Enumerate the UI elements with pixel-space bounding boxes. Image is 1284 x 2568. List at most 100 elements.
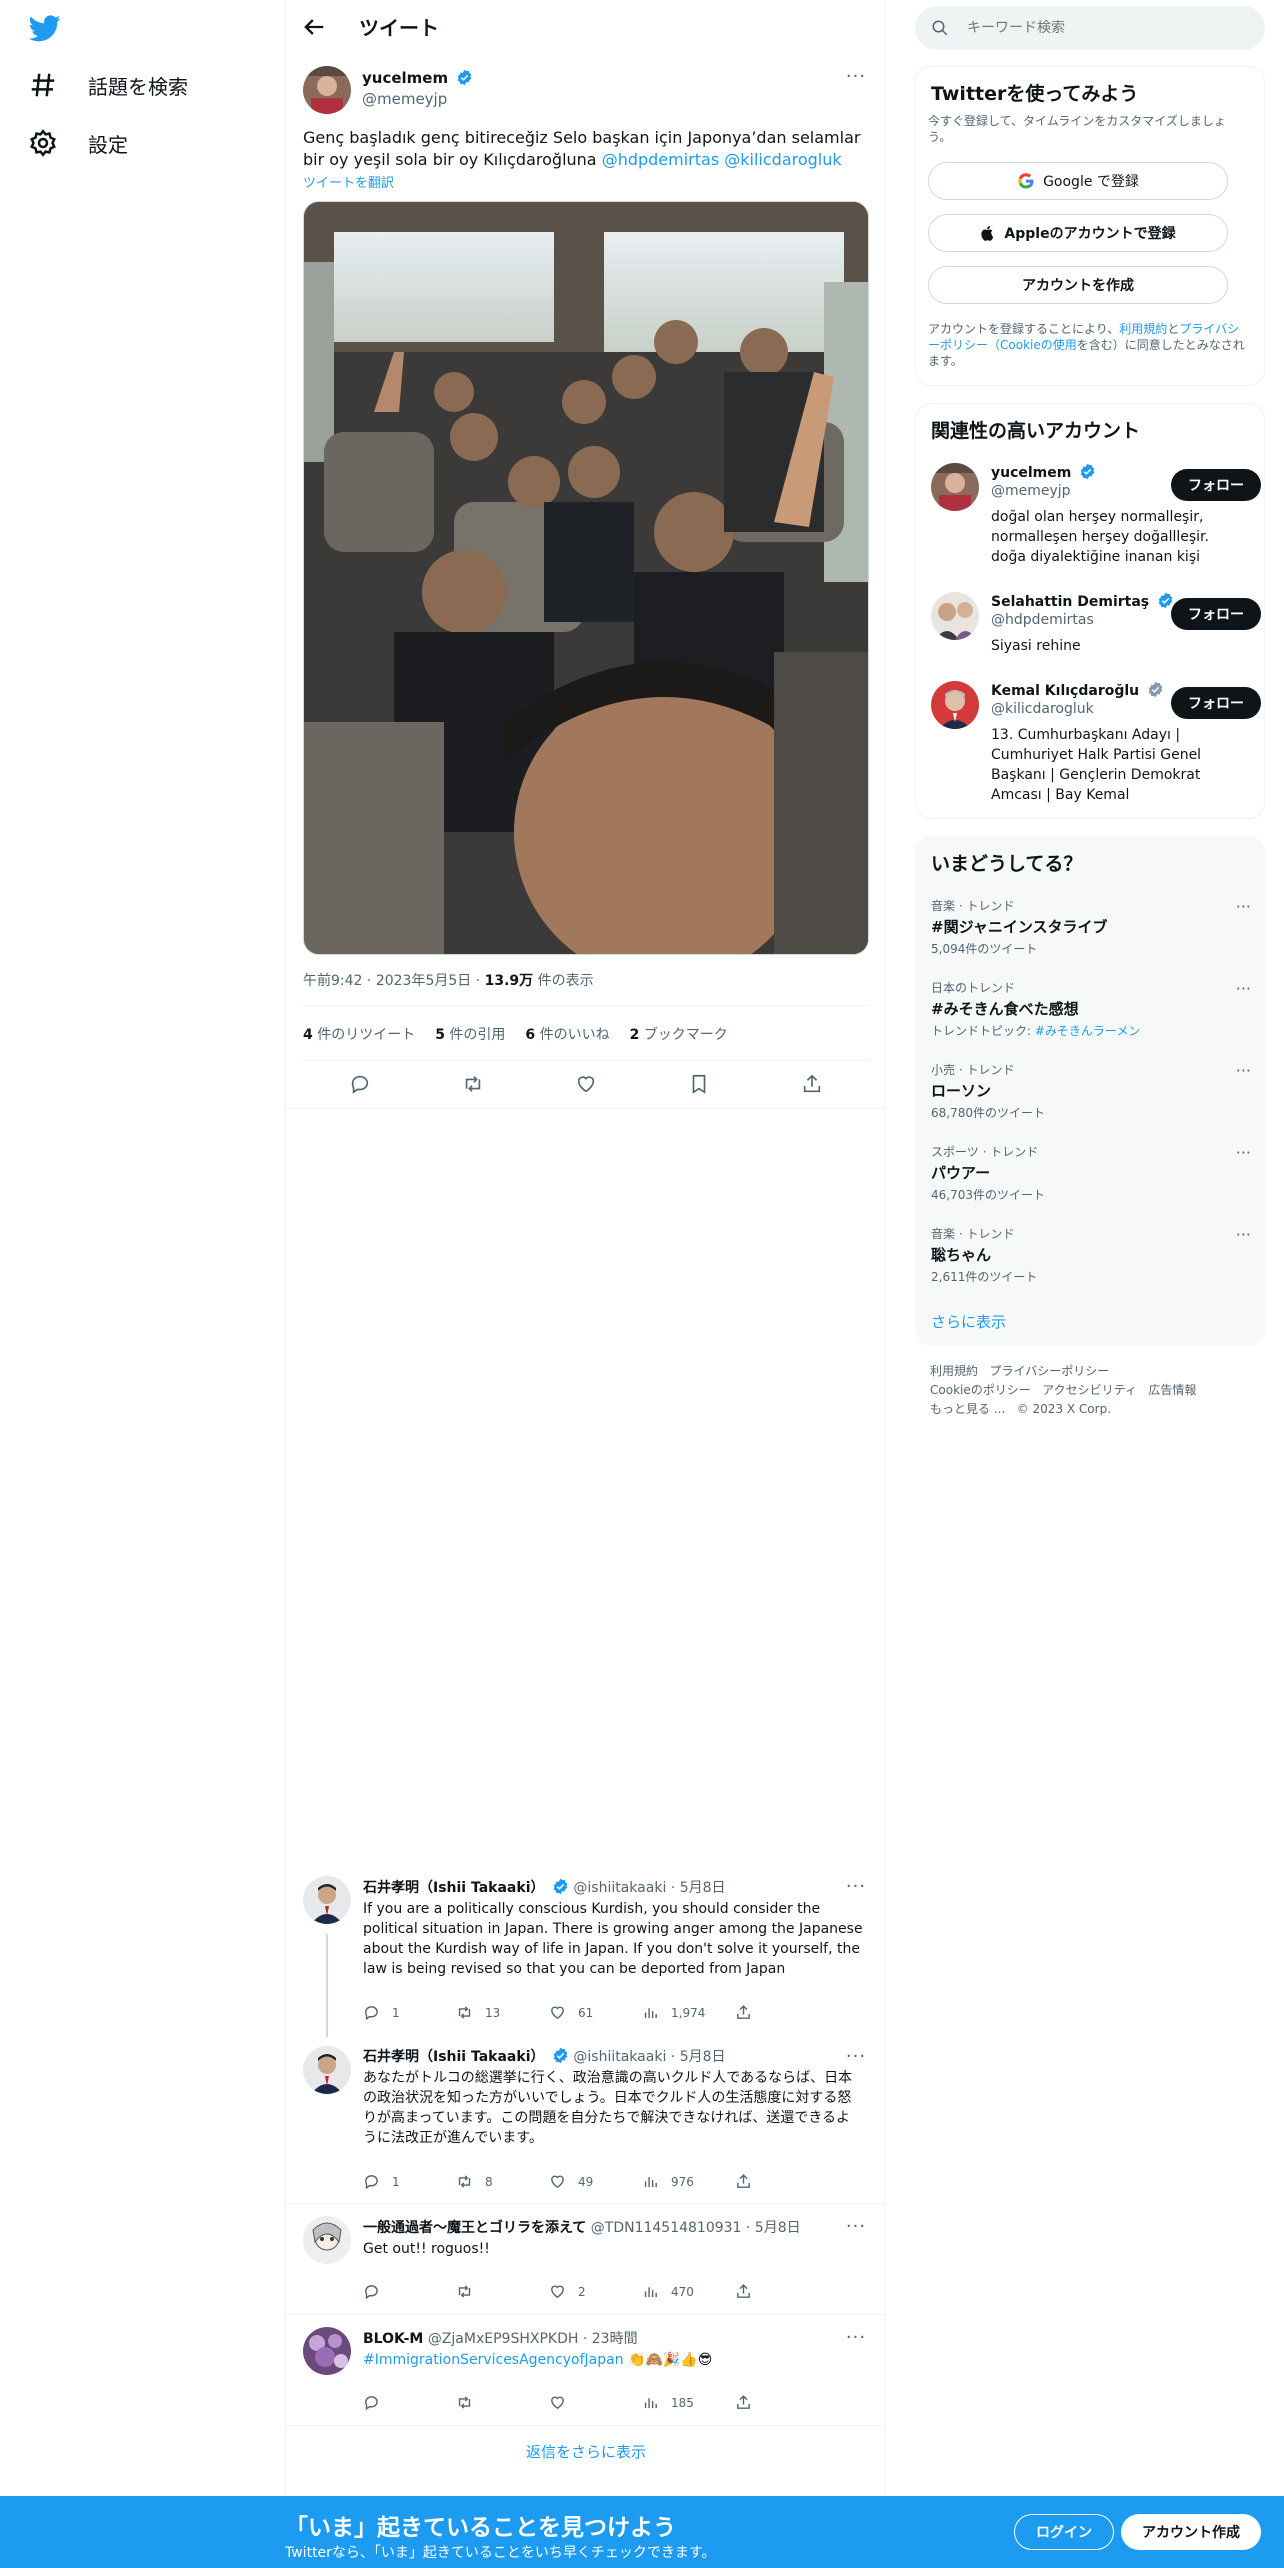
reply-author-handle[interactable]: @ZjaMxEP9SHXPKDH <box>428 2331 579 2347</box>
footer-more[interactable]: もっと見る ... <box>930 1402 1005 1416</box>
reply-avatar[interactable] <box>303 2046 351 2094</box>
reply-avatar[interactable] <box>303 2216 351 2264</box>
account-item[interactable]: yucelmem @memeyjp doğal olan herşey norm… <box>931 463 1261 573</box>
account-item[interactable]: Kemal Kılıçdaroğlu @kilicdarogluk 13. Cu… <box>931 681 1261 811</box>
trend-more-icon[interactable]: ··· <box>1236 1061 1251 1080</box>
mention-kilicdarogluk[interactable]: @kilicdarogluk <box>724 150 841 169</box>
reply-more-icon[interactable]: ··· <box>842 2327 870 2348</box>
share-icon[interactable] <box>801 1073 823 1095</box>
reply-action-reply[interactable]: 1 <box>363 2173 456 2190</box>
tweet-author-name[interactable]: yucelmem <box>362 69 448 87</box>
reply-avatar[interactable] <box>303 2327 351 2375</box>
trend-item[interactable]: スポーツ · トレンド パウアー 46,703件のツイート ··· <box>931 1143 1251 1203</box>
trend-more-icon[interactable]: ··· <box>1236 1143 1251 1162</box>
stat-retweets[interactable]: 4 件のリツイート <box>303 1024 415 1044</box>
trend-item[interactable]: 音楽 · トレンド #関ジャニインスタライブ 5,094件のツイート ··· <box>931 897 1251 957</box>
back-arrow-icon[interactable] <box>300 13 328 41</box>
account-avatar[interactable] <box>931 592 979 640</box>
account-name[interactable]: Kemal Kılıçdaroğlu <box>991 681 1164 699</box>
reply-action-views[interactable]: 470 <box>642 2283 735 2300</box>
hashtag-link[interactable]: #ImmigrationServicesAgencyofJapan <box>363 2352 624 2368</box>
reply-action-retweet[interactable] <box>456 2283 549 2300</box>
footer-terms[interactable]: 利用規約 <box>930 1364 978 1378</box>
trend-item[interactable]: 日本のトレンド #みそきん食べた感想 トレンドトピック: #みそきんラーメン ·… <box>931 979 1251 1039</box>
footer-accessibility[interactable]: アクセシビリティ <box>1042 1383 1137 1397</box>
account-name[interactable]: yucelmem <box>991 463 1096 481</box>
reply-action-share[interactable] <box>735 2004 828 2021</box>
show-more-replies[interactable]: 返信をさらに表示 <box>286 2441 886 2462</box>
twitter-logo-icon[interactable] <box>27 12 63 44</box>
account-avatar[interactable] <box>931 463 979 511</box>
reply-author-name[interactable]: 石井孝明（Ishii Takaaki） <box>363 1880 545 1896</box>
trend-item[interactable]: 音楽 · トレンド 聡ちゃん 2,611件のツイート ··· <box>931 1225 1251 1285</box>
google-signup-button[interactable]: Google で登録 <box>928 162 1228 200</box>
reply-action-reply[interactable]: 1 <box>363 2004 456 2021</box>
reply-action-reply[interactable] <box>363 2394 456 2411</box>
reply-action-retweet[interactable] <box>456 2394 549 2411</box>
tweet-author-handle[interactable]: @memeyjp <box>362 90 447 108</box>
mention-hdpdemirtas[interactable]: @hdpdemirtas <box>602 150 719 169</box>
follow-button[interactable]: フォロー <box>1171 687 1261 719</box>
terms-link[interactable]: 利用規約 <box>1119 322 1167 336</box>
reply-action-views[interactable]: 185 <box>642 2394 735 2411</box>
search-input[interactable] <box>967 20 1237 36</box>
trend-topic-link[interactable]: #みそきんラーメン <box>1035 1024 1141 1038</box>
bookmark-icon[interactable] <box>688 1073 710 1095</box>
account-name[interactable]: Selahattin Demirtaş <box>991 592 1174 610</box>
reply-icon[interactable] <box>349 1073 371 1095</box>
reply-action-like[interactable]: 49 <box>549 2173 642 2190</box>
translate-link[interactable]: ツイートを翻訳 <box>303 172 394 191</box>
trend-more-icon[interactable]: ··· <box>1236 1225 1251 1244</box>
trend-more-icon[interactable]: ··· <box>1236 897 1251 916</box>
tweet-author-name-row[interactable]: yucelmem <box>362 68 473 87</box>
footer-privacy[interactable]: プライバシーポリシー <box>989 1364 1109 1378</box>
tweet-photo[interactable] <box>303 201 869 955</box>
create-account-button[interactable]: アカウントを作成 <box>928 266 1228 304</box>
footer-cookie[interactable]: Cookieのポリシー <box>930 1383 1031 1397</box>
reply-date[interactable]: 23時間 <box>592 2331 638 2347</box>
reply-author-name[interactable]: 石井孝明（Ishii Takaaki） <box>363 2049 545 2065</box>
search-bar[interactable] <box>915 6 1265 50</box>
trend-item[interactable]: 小売 · トレンド ローソン 68,780件のツイート ··· <box>931 1061 1251 1121</box>
reply-action-views[interactable]: 1,974 <box>642 2004 735 2021</box>
trends-show-more[interactable]: さらに表示 <box>931 1311 1006 1332</box>
stat-quotes[interactable]: 5 件の引用 <box>435 1024 505 1044</box>
like-icon[interactable] <box>575 1073 597 1095</box>
login-button[interactable]: ログイン <box>1014 2514 1114 2550</box>
reply-action-retweet[interactable]: 13 <box>456 2004 549 2021</box>
apple-signup-button[interactable]: Appleのアカウントで登録 <box>928 214 1228 252</box>
stat-bookmarks[interactable]: 2 ブックマーク <box>630 1024 728 1044</box>
reply-more-icon[interactable]: ··· <box>842 2216 870 2237</box>
nav-explore[interactable]: 話題を検索 <box>28 70 188 100</box>
follow-button[interactable]: フォロー <box>1171 469 1261 501</box>
reply-action-like[interactable]: 2 <box>549 2283 642 2300</box>
footer-ads[interactable]: 広告情報 <box>1148 1383 1196 1397</box>
tweet-date[interactable]: 2023年5月5日 <box>376 973 471 989</box>
reply-author-handle[interactable]: @TDN114514810931 <box>591 2220 742 2236</box>
nav-settings[interactable]: 設定 <box>28 128 128 158</box>
reply-author-handle[interactable]: @ishiitakaaki <box>573 1880 666 1896</box>
follow-button[interactable]: フォロー <box>1171 598 1261 630</box>
reply-action-like[interactable] <box>549 2394 642 2411</box>
reply-action-like[interactable]: 61 <box>549 2004 642 2021</box>
reply-action-views[interactable]: 976 <box>642 2173 735 2190</box>
reply-author-handle[interactable]: @ishiitakaaki <box>573 2049 666 2065</box>
reply-date[interactable]: 5月8日 <box>680 2049 726 2065</box>
trend-more-icon[interactable]: ··· <box>1236 979 1251 998</box>
reply-action-reply[interactable] <box>363 2283 456 2300</box>
reply-author-name[interactable]: 一般通過者～魔王とゴリラを添えて <box>363 2220 586 2236</box>
tweet-more-icon[interactable]: ··· <box>842 66 870 87</box>
retweet-icon[interactable] <box>462 1073 484 1095</box>
reply-action-retweet[interactable]: 8 <box>456 2173 549 2190</box>
reply-date[interactable]: 5月8日 <box>680 1880 726 1896</box>
tweet-time[interactable]: 午前9:42 <box>303 973 362 989</box>
reply-action-share[interactable] <box>735 2173 828 2190</box>
tweet-author-avatar[interactable] <box>303 66 351 114</box>
account-avatar[interactable] <box>931 681 979 729</box>
reply-author-name[interactable]: BLOK-M <box>363 2331 423 2347</box>
signup-button[interactable]: アカウント作成 <box>1121 2514 1261 2550</box>
account-item[interactable]: Selahattin Demirtaş @hdpdemirtas Siyasi … <box>931 592 1261 662</box>
reply-more-icon[interactable]: ··· <box>842 2046 870 2067</box>
reply-avatar[interactable] <box>303 1876 351 1924</box>
reply-action-share[interactable] <box>735 2394 828 2411</box>
